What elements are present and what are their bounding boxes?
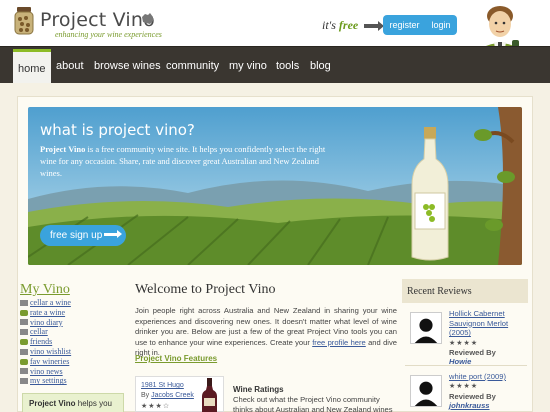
register-login-button: register login xyxy=(383,15,457,35)
nav-about[interactable]: about xyxy=(56,60,84,72)
review-stars: ★★★★ xyxy=(449,340,479,347)
star-icon xyxy=(20,309,28,316)
wine-winery: By Jacobs Creek xyxy=(141,392,194,399)
list-item: my settings xyxy=(20,376,71,386)
avatar-icon xyxy=(410,375,442,407)
link-my-settings[interactable]: my settings xyxy=(30,376,67,386)
nav-tools[interactable]: tools xyxy=(276,60,299,72)
register-link[interactable]: register xyxy=(389,20,419,30)
link-cellar-a-wine[interactable]: cellar a wine xyxy=(30,298,71,308)
wishlist-icon xyxy=(20,348,28,355)
nav-home[interactable]: home xyxy=(13,49,51,84)
wine-ratings-text: Check out what the Project Vino communit… xyxy=(233,395,393,412)
hero-description: Project Vino is a free community wine si… xyxy=(40,143,340,179)
hero-brand: Project Vino xyxy=(40,144,86,154)
promo-box: Project Vino helps you xyxy=(22,393,124,412)
wine-ratings-title: Wine Ratings xyxy=(233,385,284,394)
intro-paragraph: Join people right across Australia and N… xyxy=(135,306,397,359)
news-icon xyxy=(20,368,28,375)
settings-icon xyxy=(20,378,28,385)
list-item: cellar xyxy=(20,327,71,337)
review-stars: ★★★★ xyxy=(449,383,479,390)
divider xyxy=(405,365,527,366)
hero-banner: what is project vino? Project Vino is a … xyxy=(28,107,522,265)
wine-name-link[interactable]: 1981 St Hugo xyxy=(141,382,184,389)
reviewed-by-label: Reviewed By xyxy=(449,348,496,357)
recent-reviews-title: Recent Reviews xyxy=(402,279,528,303)
list-item: vino diary xyxy=(20,318,71,328)
welcome-heading: Welcome to Project Vino xyxy=(135,282,276,297)
nav-blog[interactable]: blog xyxy=(310,60,331,72)
its-label: it's xyxy=(322,18,336,32)
list-item: cellar a wine xyxy=(20,298,71,308)
list-item: rate a wine xyxy=(20,308,71,318)
features-title[interactable]: Project Vino Features xyxy=(135,354,217,363)
rating-stars: ★★★☆ xyxy=(141,403,171,410)
avatar-icon xyxy=(410,312,442,344)
free-sign-up-button[interactable]: free sign up xyxy=(40,225,126,246)
promo-text: helps you xyxy=(75,399,112,408)
its-free-text: it's free xyxy=(322,18,358,33)
promo-brand: Project Vino xyxy=(29,399,76,408)
link-cellar[interactable]: cellar xyxy=(30,327,48,337)
diary-icon xyxy=(20,319,28,326)
list-item: fav wineries xyxy=(20,357,71,367)
my-vino-title[interactable]: My Vino xyxy=(20,282,70,298)
friends-icon xyxy=(20,339,28,346)
nav-community[interactable]: community xyxy=(166,60,219,72)
free-profile-link[interactable]: free profile here xyxy=(312,338,366,347)
login-link[interactable]: login xyxy=(432,20,451,30)
cellar-icon xyxy=(20,329,28,336)
site-header: Project Vino enhancing your wine experie… xyxy=(0,0,550,82)
link-vino-news[interactable]: vino news xyxy=(30,367,63,377)
link-fav-wineries[interactable]: fav wineries xyxy=(30,357,69,367)
link-rate-a-wine[interactable]: rate a wine xyxy=(30,308,65,318)
free-label: free xyxy=(338,18,359,32)
list-item: friends xyxy=(20,337,71,347)
signup-label: free sign up xyxy=(50,230,103,241)
by-label: By xyxy=(141,392,150,399)
logo-title[interactable]: Project Vino xyxy=(40,9,155,31)
australia-map-icon xyxy=(142,13,153,24)
list-item: vino wishlist xyxy=(20,347,71,357)
my-vino-links: cellar a wine rate a wine vino diary cel… xyxy=(20,298,71,386)
link-vino-diary[interactable]: vino diary xyxy=(30,318,63,328)
heart-icon xyxy=(20,358,28,365)
nav-browse-wines[interactable]: browse wines xyxy=(94,60,161,72)
review-wine-link[interactable]: white port (2009) xyxy=(449,372,527,382)
review-wine-link[interactable]: Hollick Cabernet Sauvignon Merlot (2005) xyxy=(449,309,527,338)
main-nav: home about browse wines community my vin… xyxy=(0,46,550,84)
list-item: vino news xyxy=(20,367,71,377)
hero-title: what is project vino? xyxy=(40,121,195,139)
review-user-link[interactable]: johnkrauss xyxy=(449,401,490,410)
arrow-right-icon xyxy=(104,230,122,238)
logo-jar-icon xyxy=(14,7,34,35)
winery-link[interactable]: Jacobs Creek xyxy=(151,392,194,399)
red-wine-bottle-icon xyxy=(202,378,217,412)
link-friends[interactable]: friends xyxy=(30,337,52,347)
reviewed-by-label: Reviewed By xyxy=(449,392,496,401)
link-vino-wishlist[interactable]: vino wishlist xyxy=(30,347,71,357)
cellar-icon xyxy=(20,299,28,306)
logo-tagline: enhancing your wine experiences xyxy=(55,30,162,39)
nav-my-vino[interactable]: my vino xyxy=(229,60,267,72)
arrow-right-icon xyxy=(364,21,384,31)
